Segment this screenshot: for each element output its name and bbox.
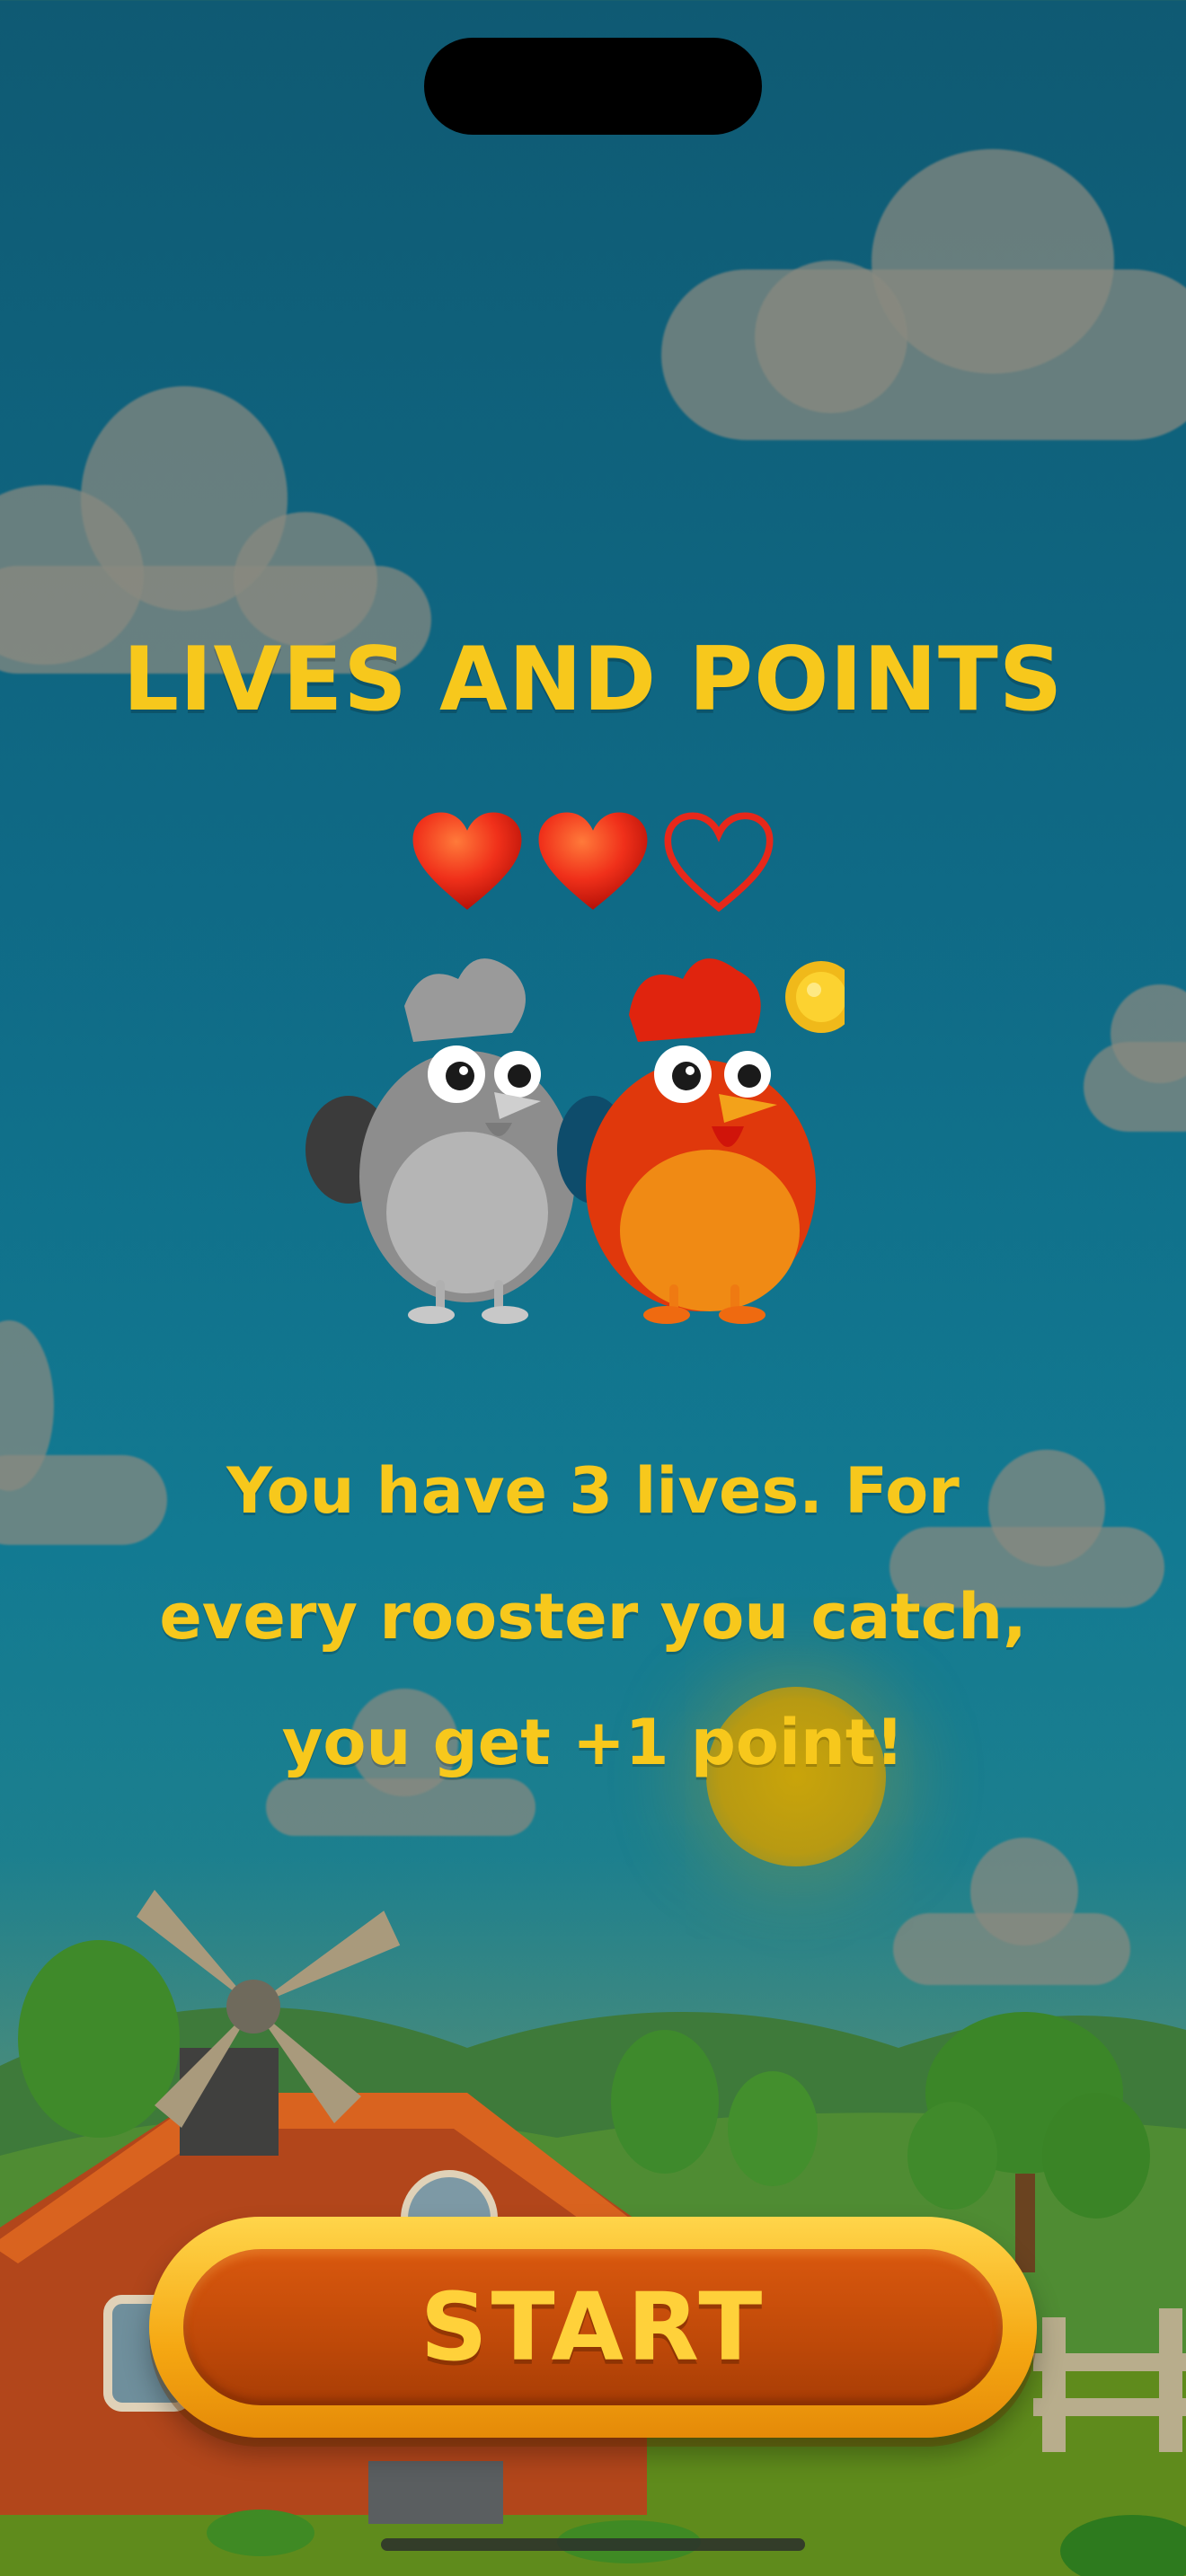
farm-scene — [0, 1890, 1186, 2576]
coin-icon — [785, 961, 845, 1033]
heart-empty-icon — [664, 812, 774, 913]
home-indicator[interactable] — [381, 2538, 805, 2551]
roosters-illustration — [305, 958, 845, 1324]
grey-rooster — [305, 958, 575, 1324]
dynamic-island — [424, 38, 762, 135]
cloud — [234, 512, 377, 647]
start-button-label: START — [420, 2272, 766, 2382]
lives-indicator — [0, 808, 1186, 925]
description-line: every rooster you catch, — [159, 1580, 1027, 1654]
description-line: you get +1 point! — [281, 1706, 905, 1779]
rules-description: You have 3 lives. For every rooster you … — [108, 1428, 1078, 1805]
description-line: You have 3 lives. For — [226, 1454, 960, 1528]
heart-full-icon — [412, 812, 522, 910]
start-button-face[interactable]: START — [183, 2249, 1003, 2405]
start-button[interactable]: START — [149, 2217, 1037, 2438]
page-title: LIVES AND POINTS — [122, 629, 1064, 731]
red-rooster — [557, 958, 816, 1324]
heart-full-icon — [538, 812, 648, 910]
cloud — [872, 149, 1114, 374]
cloud — [755, 260, 907, 413]
